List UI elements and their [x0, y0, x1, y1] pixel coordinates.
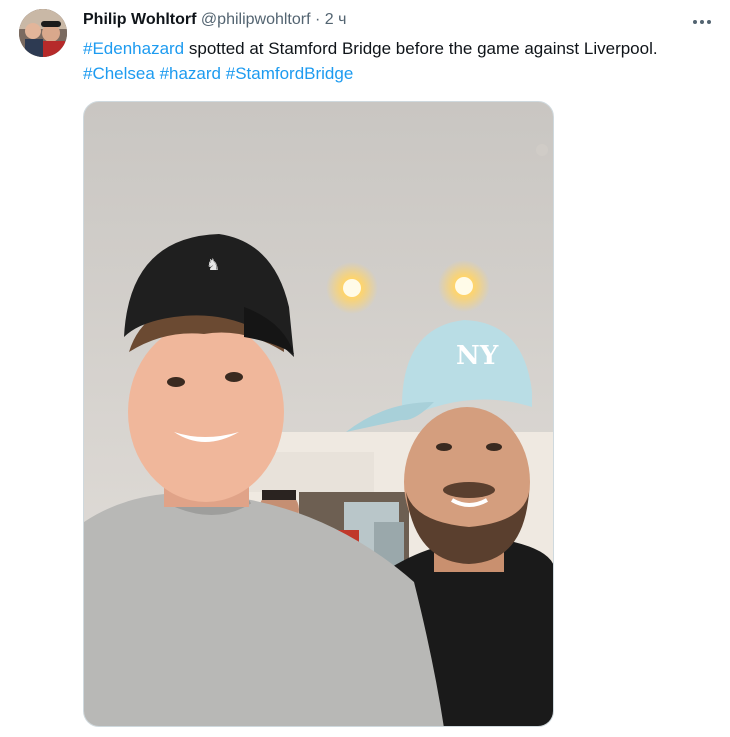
selfie-photo-image: NY ♞ [84, 102, 553, 726]
tweet-photo[interactable]: NY ♞ [83, 101, 554, 727]
hashtag-edenhazard[interactable]: #Edenhazard [83, 39, 184, 58]
hashtag-stamfordbridge[interactable]: #StamfordBridge [226, 64, 354, 83]
author-avatar[interactable] [19, 9, 67, 57]
header-separator: · [315, 11, 321, 28]
tweet-header: Philip Wohltorf @philipwohltorf · 2 ч [83, 10, 346, 30]
tweet-timestamp[interactable]: 2 ч [325, 11, 347, 28]
author-handle[interactable]: @philipwohltorf [201, 11, 311, 28]
svg-text:NY: NY [456, 341, 499, 371]
avatar-image [19, 9, 67, 57]
svg-text:♞: ♞ [206, 255, 220, 274]
more-options-button[interactable] [688, 10, 716, 34]
tweet-body-text: spotted at Stamford Bridge before the ga… [184, 39, 658, 58]
more-horizontal-icon [693, 20, 711, 24]
author-display-name[interactable]: Philip Wohltorf [83, 11, 196, 28]
tweet-text: #Edenhazard spotted at Stamford Bridge b… [83, 36, 663, 86]
tweet[interactable]: Philip Wohltorf @philipwohltorf · 2 ч #E… [0, 0, 730, 737]
hashtag-hazard[interactable]: #hazard [160, 64, 221, 83]
hashtag-chelsea[interactable]: #Chelsea [83, 64, 155, 83]
